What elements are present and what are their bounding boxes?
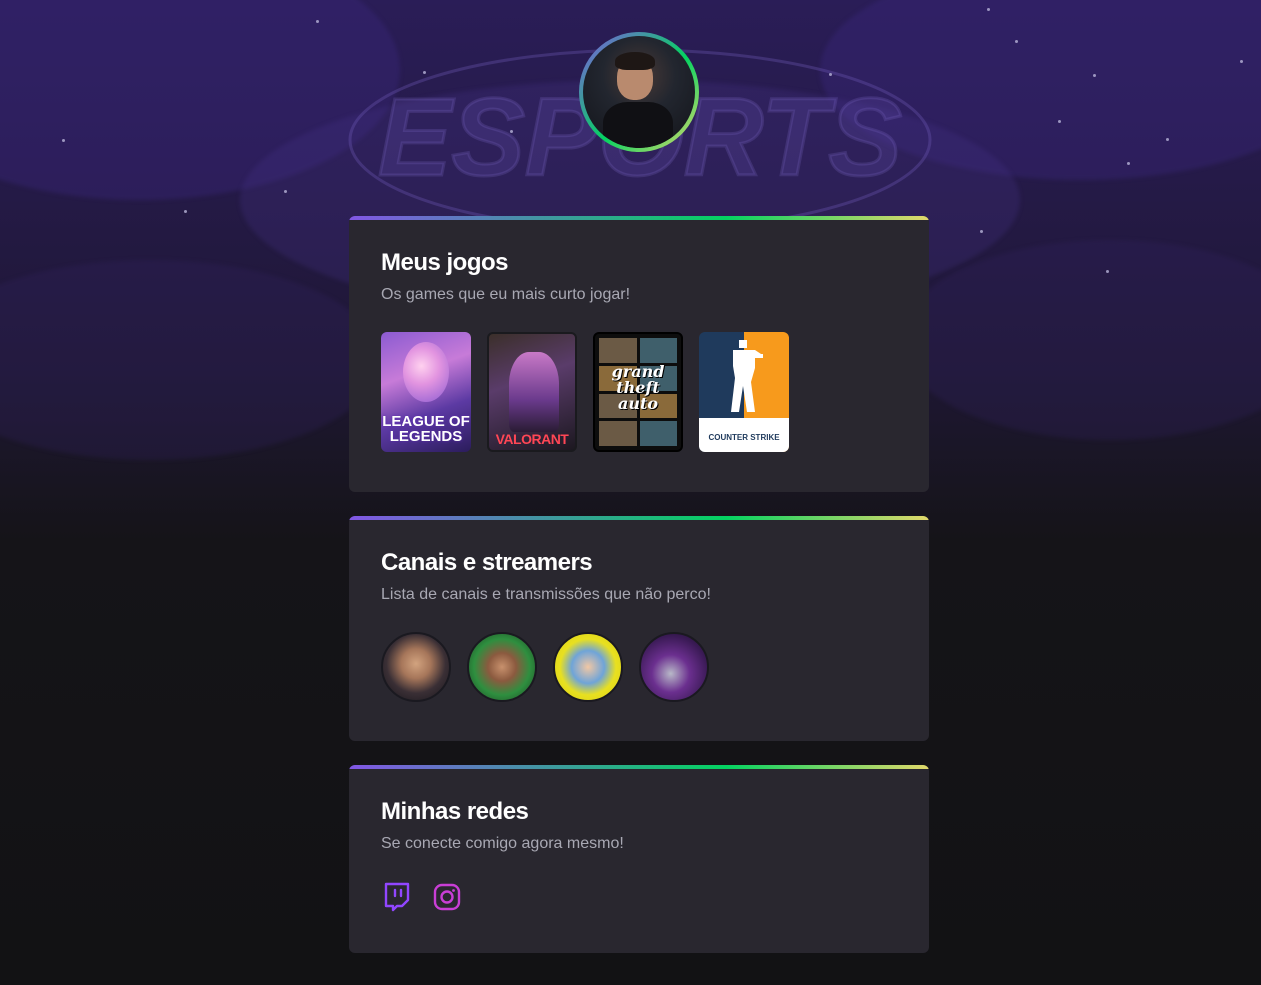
channel-avatar-3[interactable]: [553, 632, 623, 702]
game-counter-strike[interactable]: COUNTER STRIKE: [699, 332, 789, 452]
channel-avatar-2[interactable]: [467, 632, 537, 702]
games-title: Meus jogos: [381, 249, 509, 276]
game-label: grand theft auto: [611, 362, 665, 413]
social-card: Minhas redes Se conecte comigo agora mes…: [349, 765, 929, 953]
twitch-link[interactable]: [381, 881, 413, 913]
instagram-link[interactable]: [431, 881, 463, 913]
game-label: VALORANT: [495, 431, 569, 447]
channels-card: Canais e streamers Lista de canais e tra…: [349, 516, 929, 741]
channels-list: [381, 632, 709, 702]
social-subtitle: Se conecte comigo agora mesmo!: [381, 835, 624, 852]
game-label: COUNTER STRIKE: [708, 433, 780, 442]
game-label: LEAGUE OF LEGENDS: [382, 413, 470, 445]
instagram-icon: [433, 883, 461, 911]
games-card: Meus jogos Os games que eu mais curto jo…: [349, 216, 929, 492]
channels-subtitle: Lista de canais e transmissões que não p…: [381, 586, 711, 603]
game-league-of-legends[interactable]: LEAGUE OF LEGENDS: [381, 332, 471, 452]
profile-photo: [583, 36, 695, 148]
game-gta-v[interactable]: grand theft auto: [593, 332, 683, 452]
social-links: [381, 881, 463, 913]
channel-avatar-4[interactable]: [639, 632, 709, 702]
game-valorant[interactable]: VALORANT: [487, 332, 577, 452]
games-list: LEAGUE OF LEGENDS VALORANT grand theft a…: [381, 332, 789, 452]
channels-title: Canais e streamers: [381, 549, 593, 576]
profile-avatar: [579, 32, 699, 152]
soldier-icon: [731, 340, 763, 412]
twitch-icon: [384, 882, 410, 912]
channel-avatar-1[interactable]: [381, 632, 451, 702]
social-title: Minhas redes: [381, 798, 529, 825]
games-subtitle: Os games que eu mais curto jogar!: [381, 286, 631, 303]
